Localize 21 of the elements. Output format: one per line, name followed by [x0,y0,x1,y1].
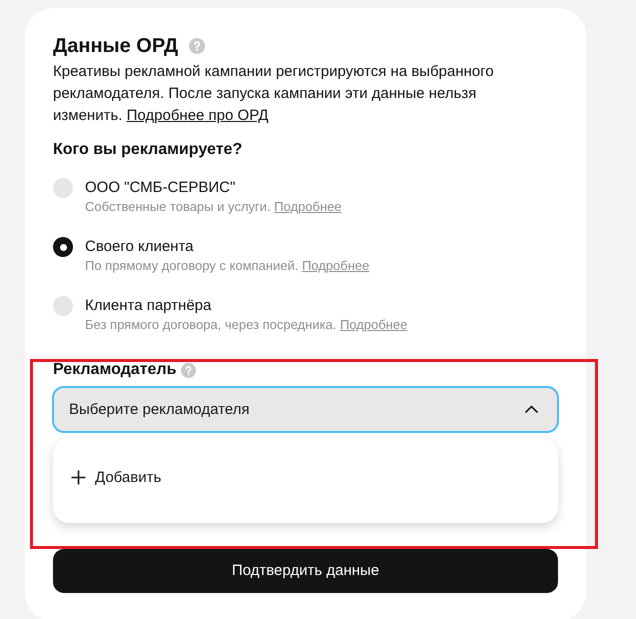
option-description: По прямому договору с компанией. Подробнее [85,257,370,275]
option-description: Собственные товары и услуги. Подробнее [85,198,342,216]
advertiser-select[interactable]: Выберите рекламодателя [52,386,559,433]
option-title: Клиента партнёра [85,296,212,316]
confirm-button[interactable]: Подтвердить данные [53,549,558,593]
learn-more-link[interactable]: Подробнее про ОРД [126,107,268,124]
radio-button[interactable] [53,296,73,316]
option-description: Без прямого договора, через посредника. Подробнее [85,316,408,334]
option-title: ООО "СМБ-СЕРВИС" [85,178,236,198]
section-title: Данные ОРД [53,34,178,59]
option-title: Своего клиента [85,237,195,257]
radio-button[interactable] [53,178,73,198]
add-menu-item[interactable]: Добавить [71,468,162,488]
field-label: Рекламодатель [53,360,176,380]
help-icon[interactable] [181,362,196,378]
question-label: Кого вы рекламируете? [53,140,242,160]
description-text: Креативы рекламной кампании регистрируются на выбранного рекламодателя. После запуска кампании эти данные нельзя изменить. Подробнее про ОРД [53,62,495,126]
radio-button[interactable] [53,237,73,257]
help-icon[interactable] [189,38,206,54]
plus-icon [71,470,86,485]
chevron-up-icon [525,405,538,413]
